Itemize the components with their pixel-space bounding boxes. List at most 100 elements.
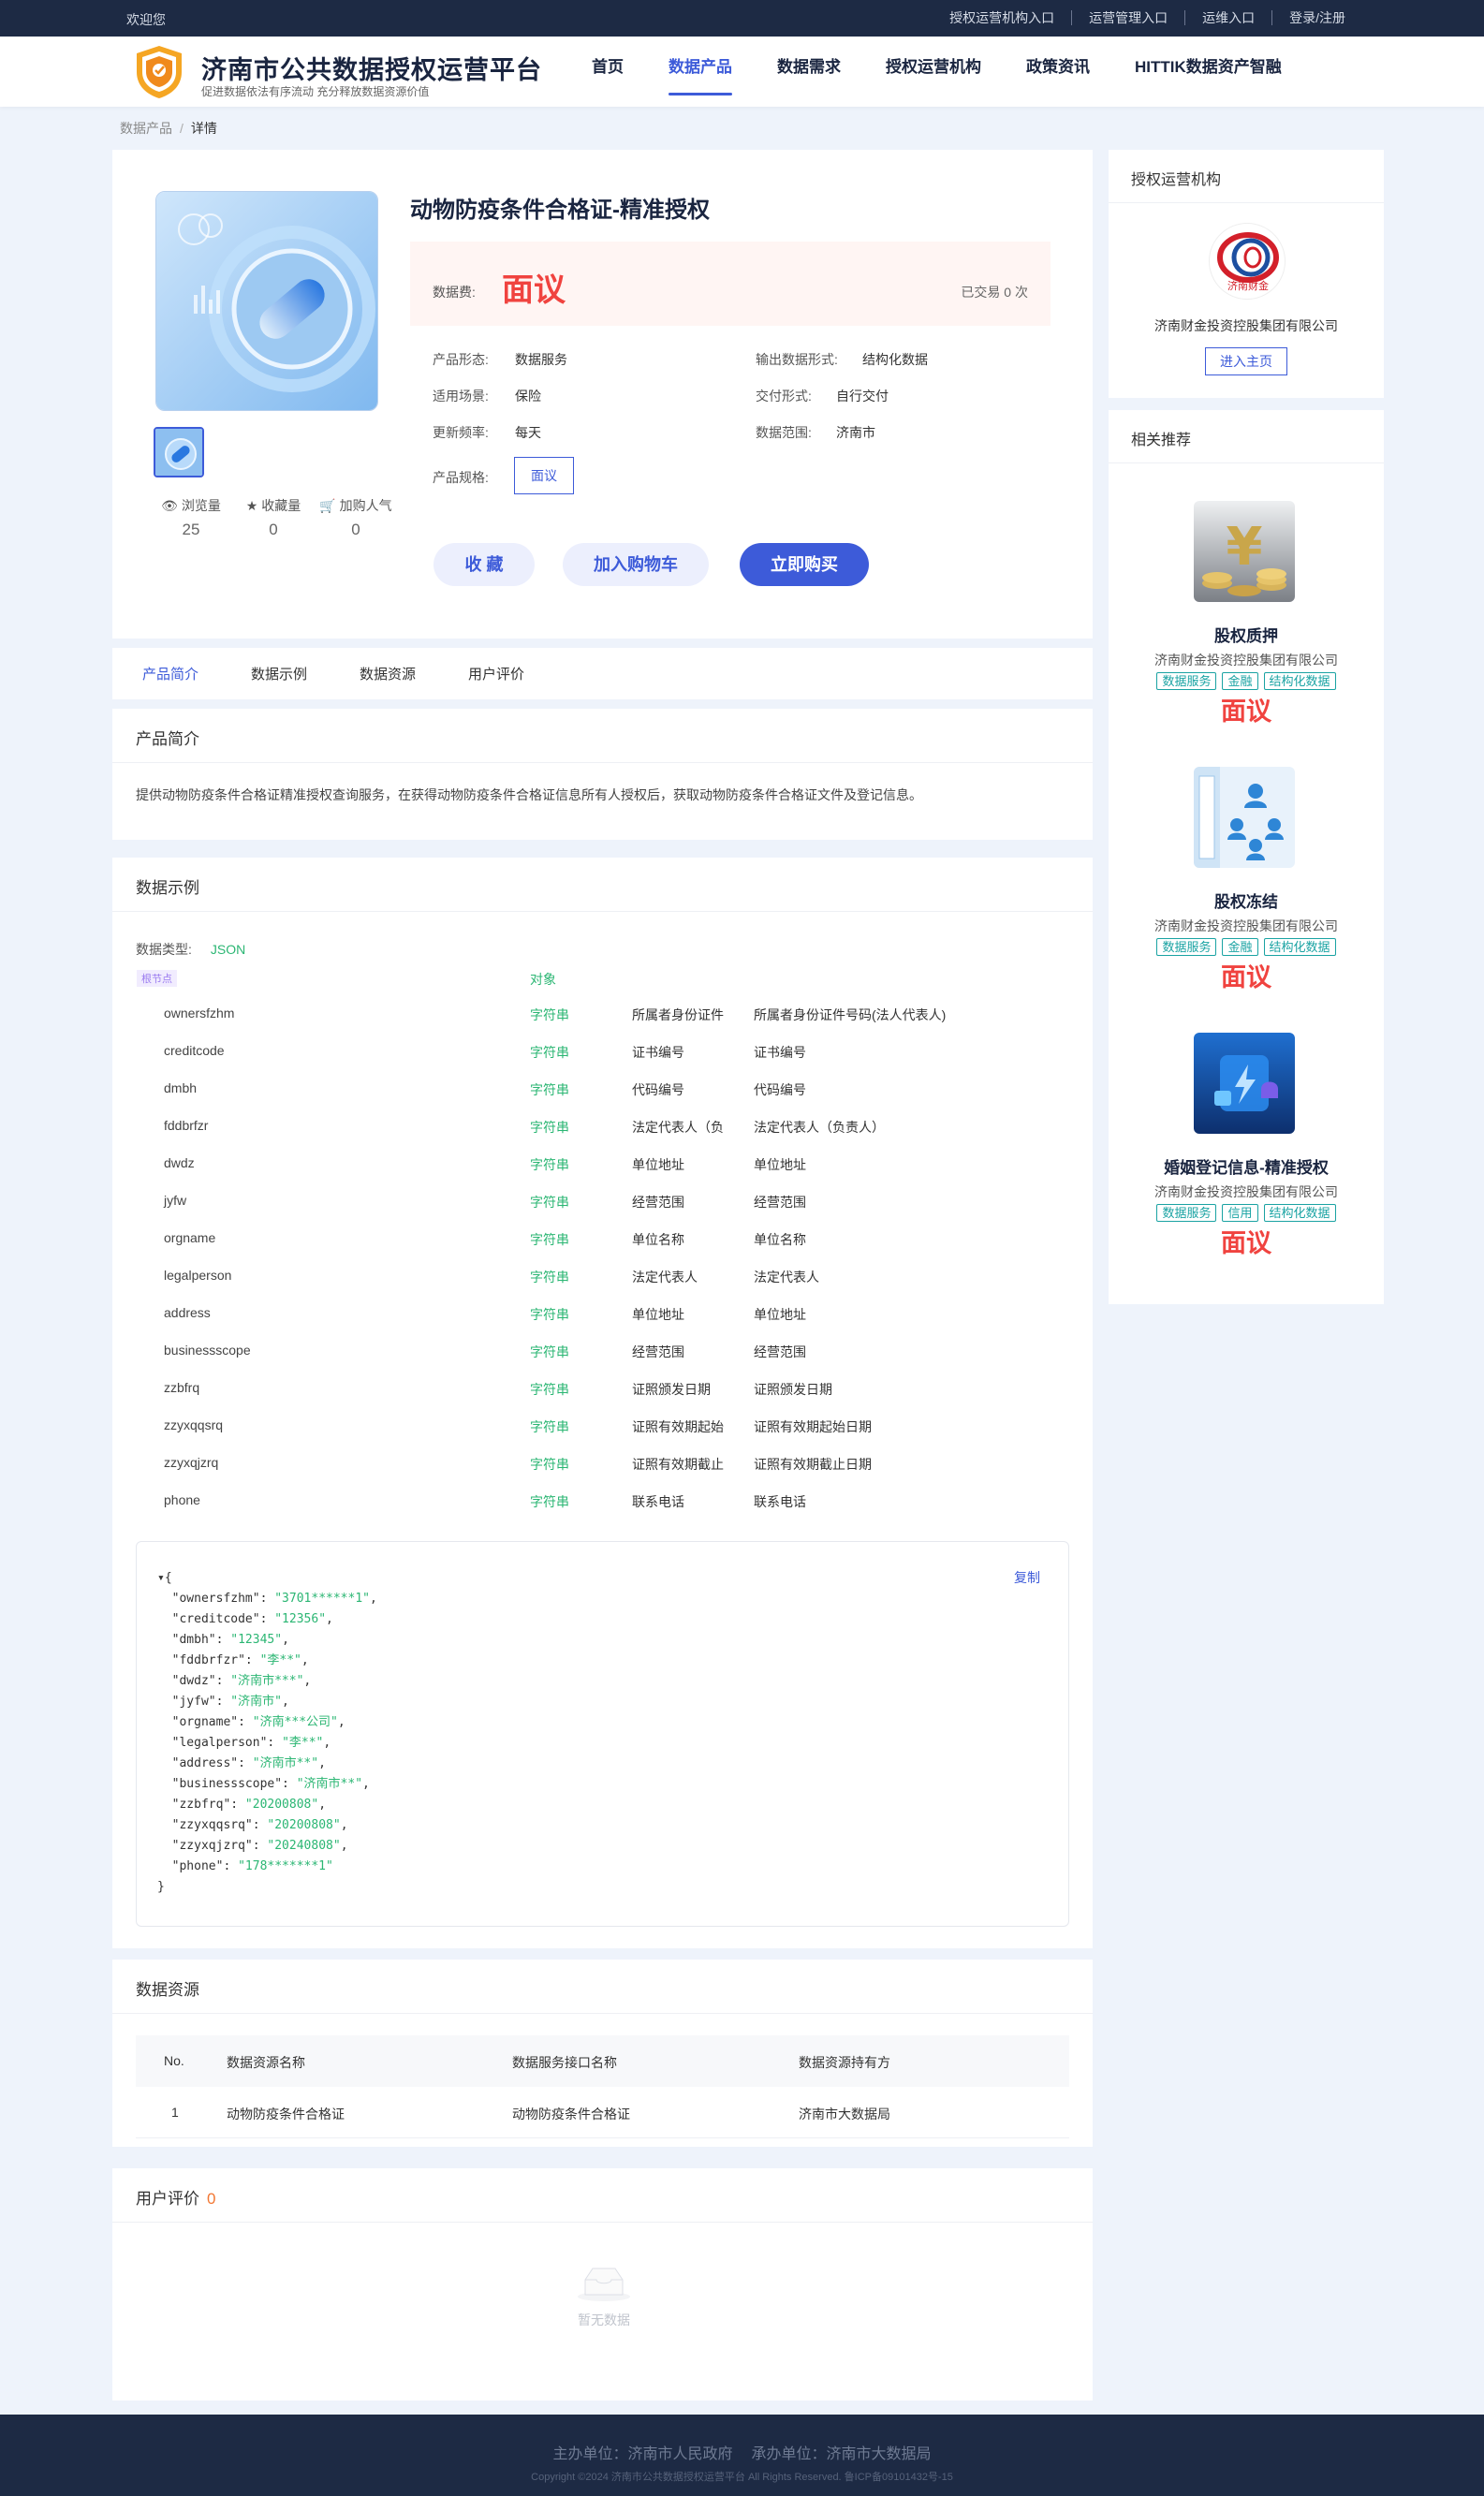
- product-thumbnail[interactable]: [154, 427, 204, 477]
- price-box: 数据费: 面议 已交易 0 次: [410, 242, 1051, 326]
- nav-home[interactable]: 首页: [592, 37, 624, 107]
- nav-data-demand[interactable]: 数据需求: [777, 37, 841, 107]
- field-name: zzyxqjzrq: [164, 1455, 219, 1470]
- recommend-tags: 数据服务 金融 结构化数据: [1109, 938, 1384, 956]
- example-title: 数据示例: [136, 879, 199, 897]
- nav-policy-news[interactable]: 政策资讯: [1026, 37, 1090, 107]
- field-desc: 经营范围: [632, 1344, 684, 1359]
- breadcrumb-parent[interactable]: 数据产品: [120, 121, 172, 136]
- field-desc: 所属者身份证件: [632, 1007, 724, 1022]
- root-node-type: 对象: [530, 972, 556, 987]
- nav-orgs[interactable]: 授权运营机构: [886, 37, 981, 107]
- attr-scene: 适用场景: 保险: [433, 389, 541, 404]
- data-type-value: JSON: [210, 942, 246, 957]
- cart-icon: 🛒: [319, 498, 336, 513]
- field-row: zzbfrq 字符串 证照颁发日期 证照颁发日期: [164, 1380, 1063, 1399]
- field-name: orgname: [164, 1230, 216, 1245]
- field-type: 字符串: [530, 1494, 569, 1509]
- field-name: phone: [164, 1492, 200, 1507]
- field-desc: 联系电话: [632, 1494, 684, 1509]
- field-desc: 证照有效期起始: [632, 1419, 724, 1434]
- tab-resource[interactable]: 数据资源: [360, 664, 416, 683]
- review-count: 0: [207, 2190, 216, 2208]
- login-register-link[interactable]: 登录/注册: [1271, 10, 1362, 25]
- field-desc: 证照颁发日期: [632, 1382, 711, 1397]
- field-desc: 法定代表人: [632, 1270, 698, 1285]
- field-desc2: 法定代表人（负责人）: [754, 1120, 885, 1135]
- field-type: 字符串: [530, 1270, 569, 1285]
- attr-form: 产品形态: 数据服务: [433, 352, 567, 367]
- empty-box-icon: [578, 2268, 630, 2301]
- attr-frequency: 更新频率: 每天: [433, 425, 541, 440]
- product-title: 动物防疫条件合格证-精准授权: [410, 198, 710, 223]
- nav-data-products[interactable]: 数据产品: [669, 37, 732, 107]
- spec-option[interactable]: 面议: [514, 457, 574, 494]
- shield-logo-icon[interactable]: [133, 44, 185, 100]
- field-desc: 单位地址: [632, 1307, 684, 1322]
- tab-intro[interactable]: 产品简介: [142, 664, 198, 683]
- org-chart-image: [1194, 767, 1295, 868]
- nav-hittik[interactable]: HITTIK数据资产智融: [1135, 37, 1282, 107]
- header: 济南市公共数据授权运营平台 促进数据依法有序流动 充分释放数据资源价值 首页 数…: [0, 37, 1484, 107]
- table-header: No. 数据资源名称 数据服务接口名称 数据资源持有方: [136, 2035, 1069, 2087]
- product-image[interactable]: [155, 191, 378, 411]
- copy-button[interactable]: 复制: [1014, 1568, 1040, 1587]
- buy-now-button[interactable]: 立即购买: [740, 543, 869, 586]
- recommend-item[interactable]: 股权冻结 济南财金投资控股集团有限公司 数据服务 金融 结构化数据 面议: [1109, 767, 1384, 1029]
- field-row: dmbh 字符串 代码编号 代码编号: [164, 1080, 1063, 1099]
- footer-copyright: Copyright ©2024 济南市公共数据授权运营平台 All Rights…: [531, 2472, 953, 2483]
- product-card: 👁 浏览量 25 ★ 收藏量 0 🛒 加购人气 0 动物防疫条件合格证-精准授权…: [112, 150, 1093, 639]
- field-desc2: 经营范围: [754, 1195, 806, 1210]
- field-name: legalperson: [164, 1268, 232, 1283]
- recommend-item[interactable]: ¥ 股权质押 济南财金投资控股集团有限公司 数据服务 金融 结构化数据 面议: [1109, 501, 1384, 763]
- empty-text: 暂无数据: [578, 2312, 630, 2327]
- svg-text:济南财金: 济南财金: [1227, 279, 1269, 292]
- maintenance-entry-link[interactable]: 运维入口: [1184, 10, 1271, 25]
- field-type: 字符串: [530, 1382, 569, 1397]
- org-home-button[interactable]: 进入主页: [1205, 347, 1287, 375]
- review-section: 用户评价 0 暂无数据: [112, 2168, 1093, 2401]
- stat-views: 👁 浏览量 25: [154, 496, 228, 539]
- breadcrumb: 数据产品 / 详情: [120, 121, 217, 136]
- recommend-panel: 相关推荐 ¥ 股权质押 济南财金投资控股集团有限公司 数据服务 金融 结构化数据 面…: [1109, 410, 1384, 1304]
- recommend-price: 面议: [1221, 697, 1271, 726]
- field-desc2: 证书编号: [754, 1045, 806, 1060]
- org-entry-link[interactable]: 授权运营机构入口: [933, 10, 1071, 25]
- stat-favorites: ★ 收藏量 0: [236, 496, 311, 539]
- field-desc: 证照有效期截止: [632, 1457, 724, 1472]
- product-stats: 👁 浏览量 25 ★ 收藏量 0 🛒 加购人气 0: [154, 496, 401, 539]
- add-to-cart-button[interactable]: 加入购物车: [563, 543, 709, 586]
- main-nav: 首页 数据产品 数据需求 授权运营机构 政策资讯 HITTIK数据资产智融: [592, 37, 1327, 107]
- field-type: 字符串: [530, 1307, 569, 1322]
- field-name: address: [164, 1305, 211, 1320]
- recommend-title: 相关推荐: [1131, 433, 1192, 448]
- tab-example[interactable]: 数据示例: [251, 664, 307, 683]
- table-row[interactable]: 1 动物防疫条件合格证 动物防疫条件合格证 济南市大数据局: [136, 2087, 1069, 2138]
- field-desc2: 单位地址: [754, 1157, 806, 1172]
- org-name: 济南财金投资控股集团有限公司: [1154, 318, 1338, 333]
- data-type-row: 数据类型: JSON: [136, 942, 246, 957]
- field-row: legalperson 字符串 法定代表人 法定代表人: [164, 1268, 1063, 1286]
- secure-shield-image: [1194, 1033, 1295, 1134]
- org-logo[interactable]: 济南财金: [1209, 223, 1286, 300]
- field-name: ownersfzhm: [164, 1006, 235, 1020]
- detail-tabs: 产品简介 数据示例 数据资源 用户评价: [112, 648, 1093, 699]
- views-count: 25: [182, 521, 200, 538]
- field-name: zzyxqqsrq: [164, 1417, 224, 1432]
- field-type: 字符串: [530, 1082, 569, 1097]
- favorite-button[interactable]: 收 藏: [433, 543, 535, 586]
- field-desc2: 代码编号: [754, 1082, 806, 1097]
- tab-reviews[interactable]: 用户评价: [468, 664, 524, 683]
- field-desc2: 单位地址: [754, 1307, 806, 1322]
- ops-entry-link[interactable]: 运营管理入口: [1071, 10, 1184, 25]
- brand-title[interactable]: 济南市公共数据授权运营平台: [201, 50, 542, 86]
- field-desc2: 证照有效期截止日期: [754, 1457, 872, 1472]
- org-panel: 授权运营机构 济南财金 济南财金投资控股集团有限公司 进入主页: [1109, 150, 1384, 398]
- top-bar: 欢迎您 授权运营机构入口 运营管理入口 运维入口 登录/注册: [0, 0, 1484, 37]
- field-desc: 经营范围: [632, 1195, 684, 1210]
- field-row: businessscope 字符串 经营范围 经营范围: [164, 1343, 1063, 1361]
- json-sample-box: 复制 ▾{ "ownersfzhm": "3701******1", "cred…: [136, 1541, 1069, 1927]
- recommend-item[interactable]: 婚姻登记信息-精准授权 济南财金投资控股集团有限公司 数据服务 信用 结构化数据 面…: [1109, 1033, 1384, 1295]
- field-desc2: 经营范围: [754, 1344, 806, 1359]
- field-row: ownersfzhm 字符串 所属者身份证件 所属者身份证件号码(法人代表人): [164, 1006, 1063, 1024]
